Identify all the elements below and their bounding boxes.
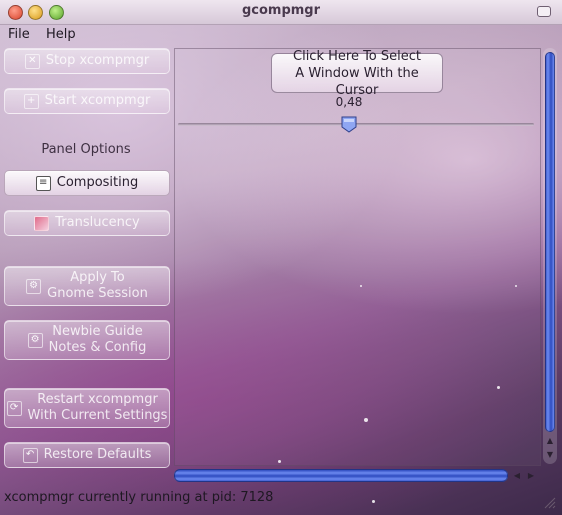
restore-defaults-label: Restore Defaults [43,447,152,462]
scroll-down-arrow-icon[interactable]: ▼ [545,450,555,459]
compositing-button[interactable]: ≡ Compositing [4,170,170,196]
restart-xcompmgr-button[interactable]: ⟳ Restart xcompmgr With Current Settings [4,388,170,428]
shade-window-button[interactable] [537,6,551,17]
apply-gnome-session-label: Apply To Gnome Session [47,270,148,301]
background-star [497,386,500,389]
undo-icon: ↶ [22,447,38,463]
scroll-right-arrow-icon[interactable]: ▶ [526,471,536,480]
gear-icon: ⚙ [27,332,43,348]
scroll-left-arrow-icon[interactable]: ◀ [512,471,522,480]
panel-options-heading: Panel Options [41,142,131,157]
title-bar: gcompmgr [0,0,562,25]
window-title: gcompmgr [241,3,321,18]
background-star [515,285,517,287]
newbie-guide-label: Newbie Guide Notes & Config [48,324,147,355]
gear-icon: ⚙ [26,278,42,294]
apply-gnome-session-button[interactable]: ⚙ Apply To Gnome Session [4,266,170,306]
restore-defaults-button[interactable]: ↶ Restore Defaults [4,442,170,468]
status-text: xcompmgr currently running at pid: 7128 [4,490,274,505]
select-window-button[interactable]: Click Here To Select A Window With the C… [271,49,443,98]
newbie-guide-button[interactable]: ⚙ Newbie Guide Notes & Config [4,320,170,360]
background-star [372,500,375,503]
start-xcompmgr-button[interactable]: + Start xcompmgr [4,88,170,114]
resize-grip-icon[interactable] [544,497,556,509]
stop-xcompmgr-button[interactable]: ✕ Stop xcompmgr [4,48,170,74]
refresh-icon: ⟳ [6,400,22,416]
compositing-label: Compositing [56,175,139,190]
scroll-up-arrow-icon[interactable]: ▲ [545,436,555,445]
background-star [364,418,368,422]
opacity-slider-thumb[interactable] [341,116,357,133]
translucency-button[interactable]: Translucency [4,210,170,236]
menu-file[interactable]: File [8,27,30,42]
close-icon: ✕ [24,53,40,69]
start-xcompmgr-label: Start xcompmgr [44,93,151,108]
content-pane [174,48,541,466]
menu-help[interactable]: Help [46,27,76,42]
vertical-scrollbar-thumb[interactable] [545,52,555,432]
restart-xcompmgr-label: Restart xcompmgr With Current Settings [27,392,168,423]
horizontal-scrollbar-thumb[interactable] [174,469,508,482]
background-star [278,460,281,463]
background-star [360,285,362,287]
document-icon: ≡ [35,175,51,191]
menu-bar: File Help [0,24,562,44]
plus-icon: + [23,93,39,109]
translucency-label: Translucency [55,215,140,230]
opacity-value: 0,48 [335,95,363,109]
translucency-icon [34,215,50,231]
stop-xcompmgr-label: Stop xcompmgr [45,53,150,68]
